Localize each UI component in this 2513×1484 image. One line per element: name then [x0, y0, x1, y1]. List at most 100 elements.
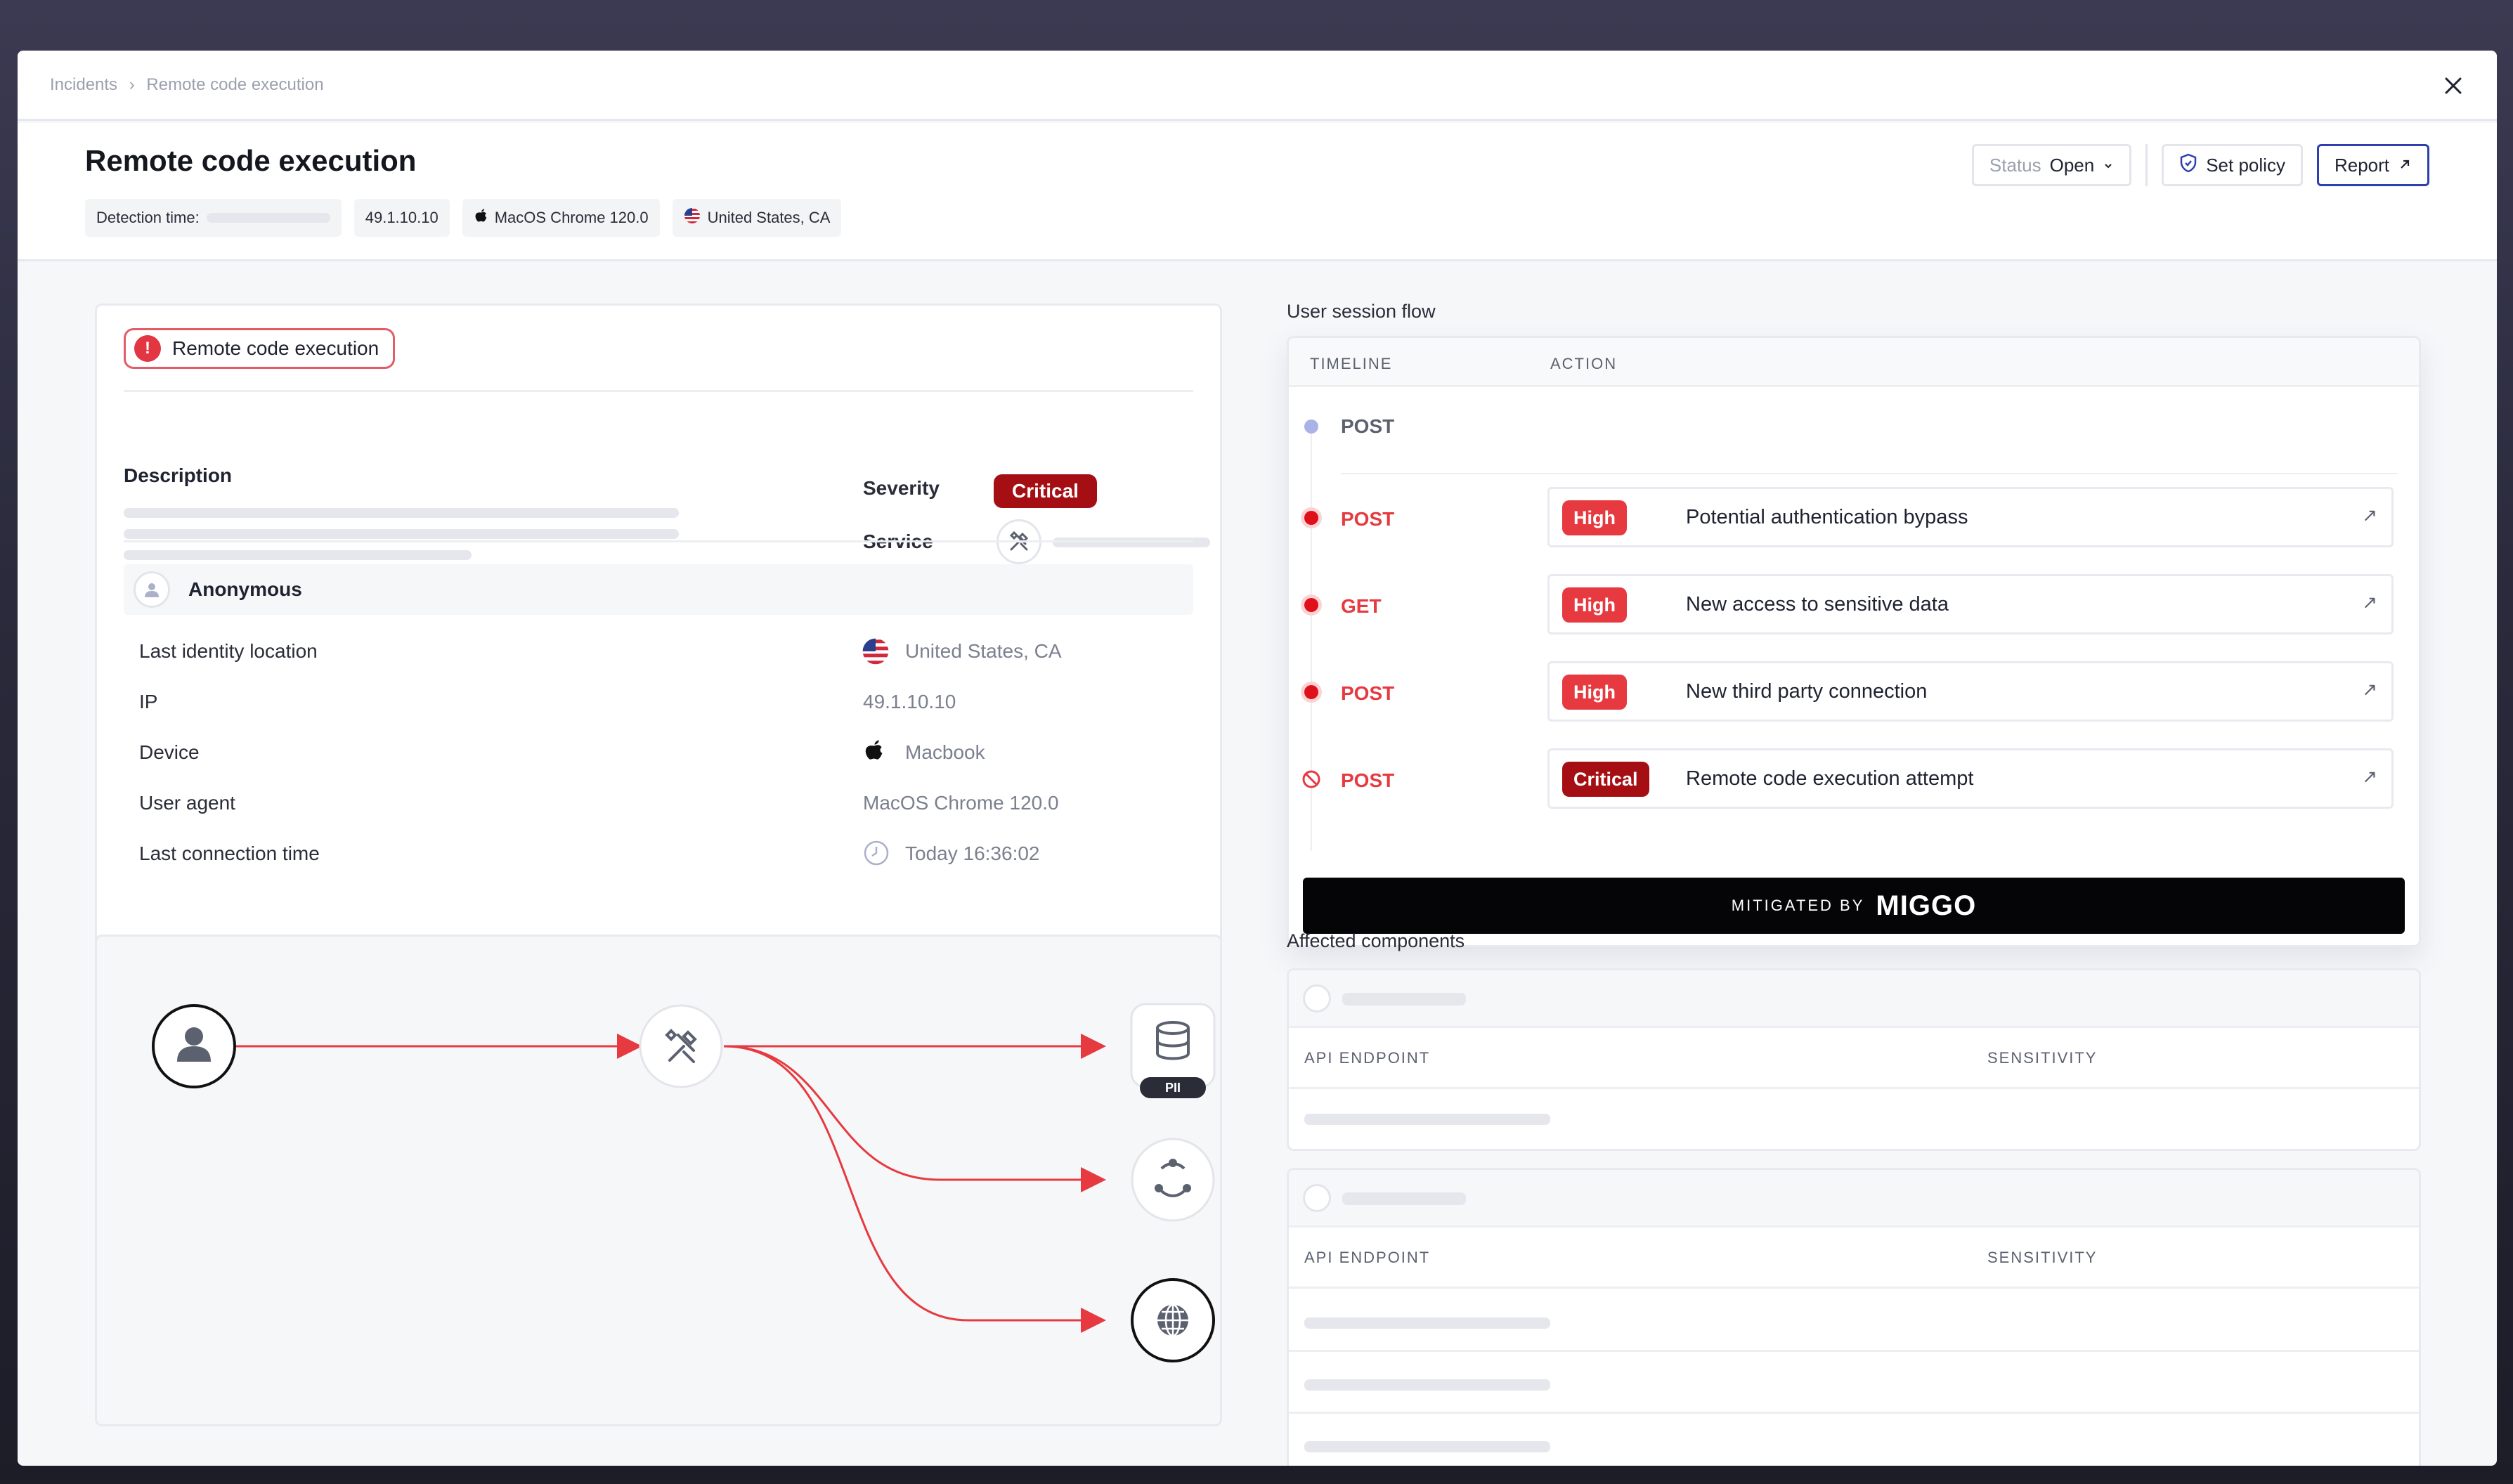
breadcrumb-current: Remote code execution — [146, 74, 324, 94]
timeline-dot — [1304, 685, 1318, 699]
timeline-row: GET High New access to sensitive data ↗ — [1289, 561, 2419, 649]
apple-icon — [474, 208, 488, 228]
location-chip: United States, CA — [672, 199, 842, 237]
timeline-dot — [1304, 419, 1318, 434]
status-dropdown[interactable]: Status Open — [1971, 144, 2132, 186]
ip-value: 49.1.10.10 — [365, 209, 439, 226]
breadcrumb-root[interactable]: Incidents — [50, 75, 117, 94]
endpoint-placeholder — [1304, 1317, 1550, 1329]
top-bar: Incidents › Remote code execution — [18, 51, 2497, 121]
affected-components-title: Affected components — [1287, 930, 1465, 951]
device-value: MacOS Chrome 120.0 — [494, 209, 649, 226]
identity-header: Anonymous — [124, 564, 1193, 615]
timeline-dot — [1304, 598, 1318, 612]
action-item[interactable]: High New third party connection ↗ — [1547, 661, 2394, 722]
action-divider — [2145, 144, 2148, 186]
action-item[interactable]: High New access to sensitive data ↗ — [1547, 574, 2394, 634]
identity-name: Anonymous — [188, 578, 302, 600]
device-chip: MacOS Chrome 120.0 — [462, 199, 660, 237]
identity-last-connection-label: Last connection time — [139, 842, 320, 864]
endpoint-placeholder — [1304, 1114, 1550, 1125]
attack-graph-card: PII — [95, 935, 1222, 1426]
action-column-header: ACTION — [1550, 355, 1618, 372]
timeline-dot — [1304, 511, 1318, 525]
session-flow-header: TIMELINE ACTION — [1289, 338, 2419, 387]
external-link-icon[interactable]: ↗ — [2362, 766, 2377, 788]
service-placeholder — [1053, 538, 1210, 547]
identity-device-value: Macbook — [905, 741, 985, 763]
location-value: United States, CA — [707, 209, 831, 226]
severity-badge: High — [1562, 587, 1627, 623]
clock-icon — [863, 840, 890, 870]
identity-agent-label: User agent — [139, 792, 235, 814]
identity-last-connection-value: Today 16:36:02 — [905, 842, 1040, 864]
timeline-row: POST — [1289, 387, 2419, 474]
sensitivity-column-header: SENSITIVITY — [1987, 1249, 2098, 1266]
action-text: Remote code execution attempt — [1686, 767, 1974, 790]
description-label: Description — [124, 464, 233, 486]
request-method: POST — [1341, 769, 1395, 791]
incident-window: Incidents › Remote code execution Remote… — [18, 51, 2497, 1466]
action-item[interactable]: High Potential authentication bypass ↗ — [1547, 487, 2394, 547]
identity-device-label: Device — [139, 741, 200, 763]
edge-service-to-integration — [723, 1045, 1106, 1192]
detection-time-chip: Detection time: — [85, 199, 342, 237]
external-link-icon[interactable]: ↗ — [2362, 679, 2377, 701]
description-placeholder-line — [124, 550, 472, 560]
action-item[interactable]: Critical Remote code execution attempt ↗ — [1547, 748, 2394, 809]
meta-chips: Detection time: 49.1.10.10 MacOS Chrome … — [85, 199, 842, 237]
action-text: New third party connection — [1686, 680, 1928, 703]
alert-icon: ! — [134, 335, 161, 362]
ip-chip: 49.1.10.10 — [353, 199, 450, 237]
service-node[interactable] — [639, 1004, 723, 1088]
close-icon[interactable] — [2438, 70, 2469, 101]
external-link-icon[interactable]: ↗ — [2362, 505, 2377, 526]
action-text: New access to sensitive data — [1686, 593, 1949, 616]
component-card: API ENDPOINT SENSITIVITY — [1287, 968, 2421, 1151]
component-card: API ENDPOINT SENSITIVITY — [1287, 1168, 2421, 1466]
divider — [124, 540, 1193, 542]
component-name-placeholder — [1342, 993, 1466, 1005]
timeline-column-header: TIMELINE — [1310, 355, 1393, 372]
timeline-row: POST High Potential authentication bypas… — [1289, 474, 2419, 561]
us-flag-icon — [862, 637, 890, 669]
internet-node[interactable] — [1131, 1278, 1215, 1362]
description-placeholder-line — [124, 529, 679, 539]
component-header[interactable] — [1289, 970, 2419, 1028]
request-method: POST — [1341, 508, 1395, 530]
request-method: POST — [1341, 682, 1395, 704]
report-label: Report — [2334, 154, 2389, 176]
mitigated-label: MITIGATED BY — [1731, 897, 1865, 914]
detection-time-label: Detection time: — [96, 209, 200, 226]
integration-node[interactable] — [1131, 1138, 1215, 1222]
chevron-down-icon — [2103, 155, 2114, 176]
session-flow-card: TIMELINE ACTION POST POST High Potential… — [1287, 336, 2421, 947]
severity-badge: Critical — [1562, 762, 1649, 797]
set-policy-button[interactable]: Set policy — [2162, 144, 2303, 186]
page-title: Remote code execution — [85, 144, 417, 177]
description-placeholder-line — [124, 508, 679, 518]
header-actions: Status Open Set policy Report — [1971, 144, 2429, 186]
timeline-row: POST High New third party connection ↗ — [1289, 649, 2419, 736]
incident-header: Remote code execution Detection time: 49… — [18, 123, 2497, 261]
edge-service-to-internet — [723, 1045, 1106, 1333]
user-node[interactable] — [152, 1004, 236, 1088]
divider — [124, 390, 1193, 392]
identity-ip-value: 49.1.10.10 — [863, 691, 956, 712]
blocked-icon — [1301, 769, 1321, 793]
identity-ip-label: IP — [139, 691, 158, 712]
severity-badge: High — [1562, 500, 1627, 535]
apple-icon — [863, 738, 884, 766]
identity-location-value: United States, CA — [905, 640, 1062, 662]
breadcrumb: Incidents › Remote code execution — [50, 75, 324, 95]
identity-agent-value: MacOS Chrome 120.0 — [863, 792, 1059, 814]
external-link-icon[interactable]: ↗ — [2362, 592, 2377, 613]
detection-time-placeholder — [206, 213, 330, 223]
external-link-icon — [2398, 155, 2412, 176]
incident-type-label: Remote code execution — [172, 337, 379, 359]
action-text: Potential authentication bypass — [1686, 506, 1968, 528]
timeline-row: POST Critical Remote code execution atte… — [1289, 736, 2419, 823]
component-header[interactable] — [1289, 1170, 2419, 1228]
report-button[interactable]: Report — [2316, 144, 2429, 186]
shield-icon — [2179, 153, 2197, 178]
